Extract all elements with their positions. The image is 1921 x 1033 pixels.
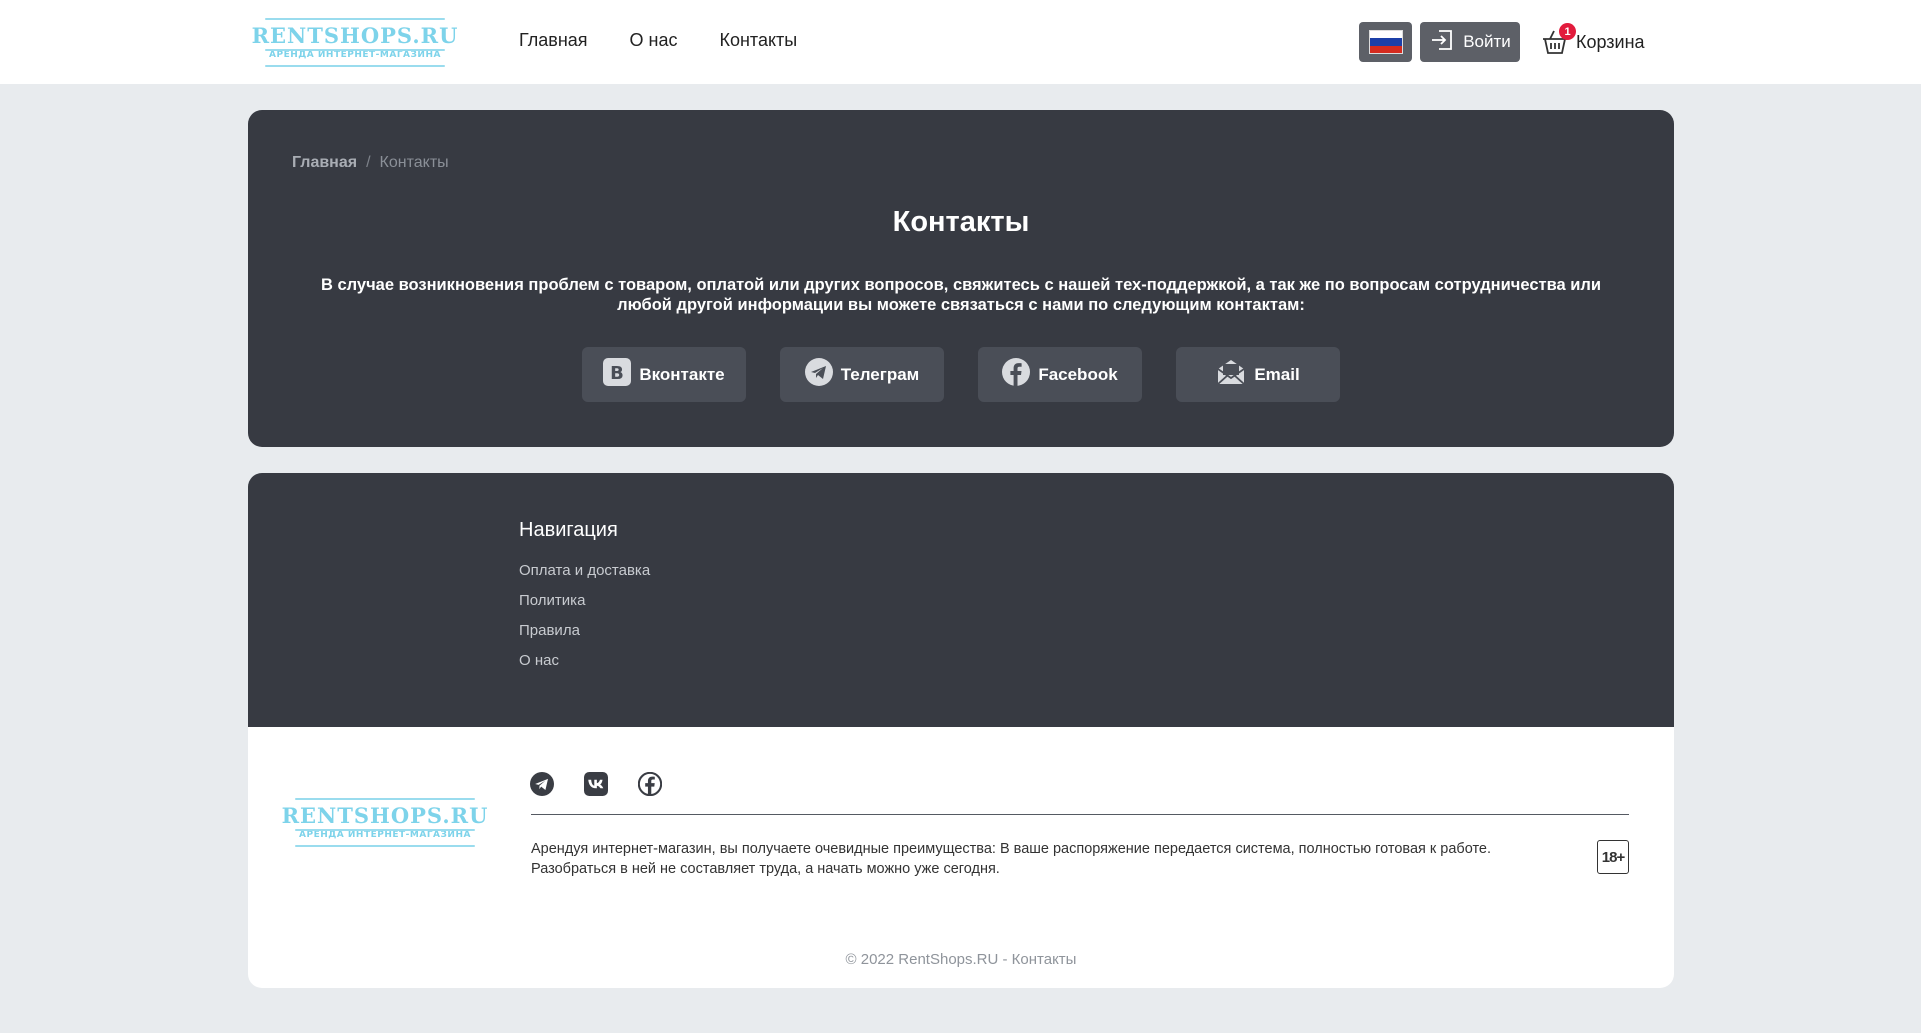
login-button[interactable]: Войти bbox=[1420, 22, 1520, 62]
logo-stroke bbox=[295, 798, 475, 800]
footer-link-policy[interactable]: Политика bbox=[519, 592, 650, 610]
breadcrumb-separator: / bbox=[366, 154, 371, 171]
facebook-icon bbox=[1002, 358, 1031, 391]
site-header: RENTSHOPS.RU АРЕНДА ИНТЕРНЕТ-МАГАЗИНА Гл… bbox=[0, 0, 1921, 84]
footer-link-payment-delivery[interactable]: Оплата и доставка bbox=[519, 562, 650, 580]
cart-count-badge: 1 bbox=[1559, 23, 1576, 40]
vk-button-label: Вконтакте bbox=[639, 364, 725, 384]
logo-brand: RENTSHOPS.RU bbox=[281, 802, 489, 828]
footer-navigation: Навигация Оплата и доставка Политика Пра… bbox=[248, 473, 1674, 727]
footer-logo[interactable]: RENTSHOPS.RU АРЕНДА ИНТЕРНЕТ-МАГАЗИНА bbox=[282, 792, 487, 850]
facebook-icon[interactable] bbox=[637, 771, 663, 797]
nav-item-contacts[interactable]: Контакты bbox=[719, 30, 797, 51]
footer-link-rules[interactable]: Правила bbox=[519, 622, 650, 640]
logo-tagline: АРЕНДА ИНТЕРНЕТ-МАГАЗИНА bbox=[269, 49, 441, 60]
footer-links: Оплата и доставка Политика Правила О нас bbox=[519, 562, 650, 670]
russia-flag-icon bbox=[1368, 30, 1403, 54]
nav-item-home[interactable]: Главная bbox=[519, 30, 588, 51]
svg-text:В: В bbox=[610, 363, 624, 384]
age-restriction-badge: 18+ bbox=[1597, 840, 1629, 874]
contact-buttons: В Вконтакте Телеграм Facebook Email bbox=[248, 347, 1674, 402]
logo-stroke bbox=[265, 18, 445, 20]
logo-tagline: АРЕНДА ИНТЕРНЕТ-МАГАЗИНА bbox=[299, 829, 471, 840]
telegram-button-label: Телеграм bbox=[840, 364, 920, 384]
nav-item-about[interactable]: О нас bbox=[630, 30, 678, 51]
page-title: Контакты bbox=[892, 206, 1030, 238]
email-button[interactable]: Email bbox=[1176, 347, 1340, 402]
breadcrumb-home[interactable]: Главная bbox=[292, 154, 357, 172]
logo-stroke bbox=[295, 829, 475, 831]
login-icon bbox=[1429, 28, 1455, 57]
email-icon bbox=[1216, 358, 1246, 391]
language-button[interactable] bbox=[1359, 22, 1412, 62]
logo-stroke bbox=[265, 65, 445, 67]
vk-icon[interactable] bbox=[584, 772, 608, 796]
logo-stroke bbox=[265, 49, 445, 51]
logo-stroke bbox=[295, 845, 475, 847]
contacts-description: В случае возникновения проблем с товаром… bbox=[320, 276, 1602, 314]
logo-brand: RENTSHOPS.RU bbox=[251, 22, 459, 48]
login-label: Войти bbox=[1463, 32, 1511, 51]
facebook-button[interactable]: Facebook bbox=[978, 347, 1142, 402]
facebook-button-label: Facebook bbox=[1038, 364, 1118, 384]
telegram-icon[interactable] bbox=[530, 772, 554, 796]
cart-button[interactable]: 1 Корзина bbox=[1540, 23, 1645, 60]
cart-label: Корзина bbox=[1576, 31, 1645, 52]
telegram-icon bbox=[804, 358, 833, 391]
telegram-button[interactable]: Телеграм bbox=[780, 347, 944, 402]
header-logo[interactable]: RENTSHOPS.RU АРЕНДА ИНТЕРНЕТ-МАГАЗИНА bbox=[252, 12, 457, 70]
footer-bottom: RENTSHOPS.RU АРЕНДА ИНТЕРНЕТ-МАГАЗИНА Ар… bbox=[248, 727, 1674, 988]
copyright: © 2022 RentShops.RU - Контакты bbox=[845, 951, 1077, 968]
vk-icon: В bbox=[603, 358, 632, 391]
breadcrumb-current: Контакты bbox=[379, 154, 449, 171]
footer-divider bbox=[531, 814, 1629, 815]
contacts-card: Главная / Контакты Контакты В случае воз… bbox=[248, 110, 1674, 447]
main-nav: Главная О нас Контакты bbox=[519, 30, 797, 51]
footer-social-icons bbox=[530, 771, 663, 797]
email-button-label: Email bbox=[1254, 364, 1300, 384]
basket-icon: 1 bbox=[1540, 23, 1576, 57]
footer-description: Арендуя интернет-магазин, вы получаете о… bbox=[531, 841, 1492, 877]
footer-nav-title: Навигация bbox=[519, 519, 618, 541]
footer-link-about[interactable]: О нас bbox=[519, 652, 650, 670]
breadcrumb: Главная / Контакты bbox=[292, 154, 449, 172]
vk-button[interactable]: В Вконтакте bbox=[582, 347, 746, 402]
